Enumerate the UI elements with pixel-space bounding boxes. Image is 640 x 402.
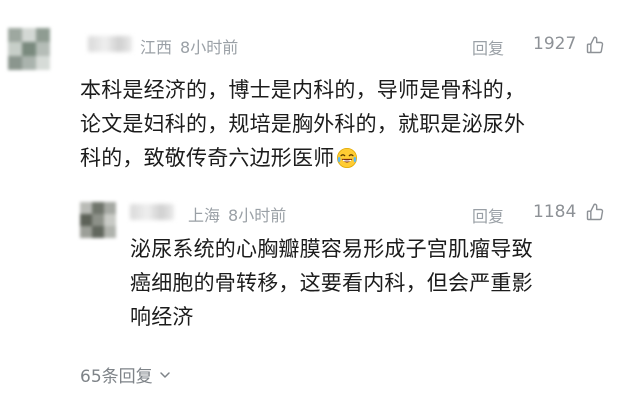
like-count: 1927 xyxy=(533,34,577,54)
reply-thumbs-up-icon[interactable] xyxy=(585,202,605,222)
chevron-down-icon xyxy=(159,372,170,378)
laughing-crying-emoji-icon xyxy=(337,148,358,168)
reply-button[interactable]: 回复 xyxy=(472,35,504,59)
username-blurred[interactable] xyxy=(88,36,132,52)
comment-thread: 江西 8小时前 回复 1927 本科是经济的，博士是内科的，导师是骨科的， 论文是… xyxy=(0,0,640,402)
comment-text-line: 论文是妇科的，规培是胸外科的，就职是泌尿外 xyxy=(80,112,526,136)
reply-to-reply-button[interactable]: 回复 xyxy=(472,203,504,227)
reply-text-line: 响经济 xyxy=(130,305,194,329)
reply-text-line: 癌细胞的骨转移，这要看内科，但会严重影 xyxy=(130,271,533,295)
reply-text: 泌尿系统的心胸瓣膜容易形成子宫肌瘤导致 癌细胞的骨转移，这要看内科，但会严重影 … xyxy=(130,232,533,334)
comment-text-line: 科的，致敬传奇六边形医师 xyxy=(80,141,525,175)
more-replies-label: 65条回复 xyxy=(80,367,153,387)
reply-username-blurred[interactable] xyxy=(130,204,174,220)
avatar[interactable] xyxy=(8,28,50,70)
comment-meta: 江西 8小时前 xyxy=(140,34,238,58)
reply-meta: 上海 8小时前 xyxy=(188,202,286,226)
comment-text-line: 本科是经济的，博士是内科的，导师是骨科的， xyxy=(80,78,526,102)
reply-like-count: 1184 xyxy=(533,202,577,222)
reply-avatar[interactable] xyxy=(80,202,116,238)
reply-location: 上海 xyxy=(188,206,221,225)
comment-location: 江西 xyxy=(140,38,173,57)
comment-text: 本科是经济的，博士是内科的，导师是骨科的， 论文是妇科的，规培是胸外科的，就职是… xyxy=(80,73,525,175)
reply-text-line: 泌尿系统的心胸瓣膜容易形成子宫肌瘤导致 xyxy=(130,237,533,261)
more-replies-button[interactable]: 65条回复 xyxy=(80,362,171,387)
reply-time: 8小时前 xyxy=(228,206,287,225)
comment-time: 8小时前 xyxy=(180,38,239,57)
thumbs-up-icon[interactable] xyxy=(585,35,605,55)
